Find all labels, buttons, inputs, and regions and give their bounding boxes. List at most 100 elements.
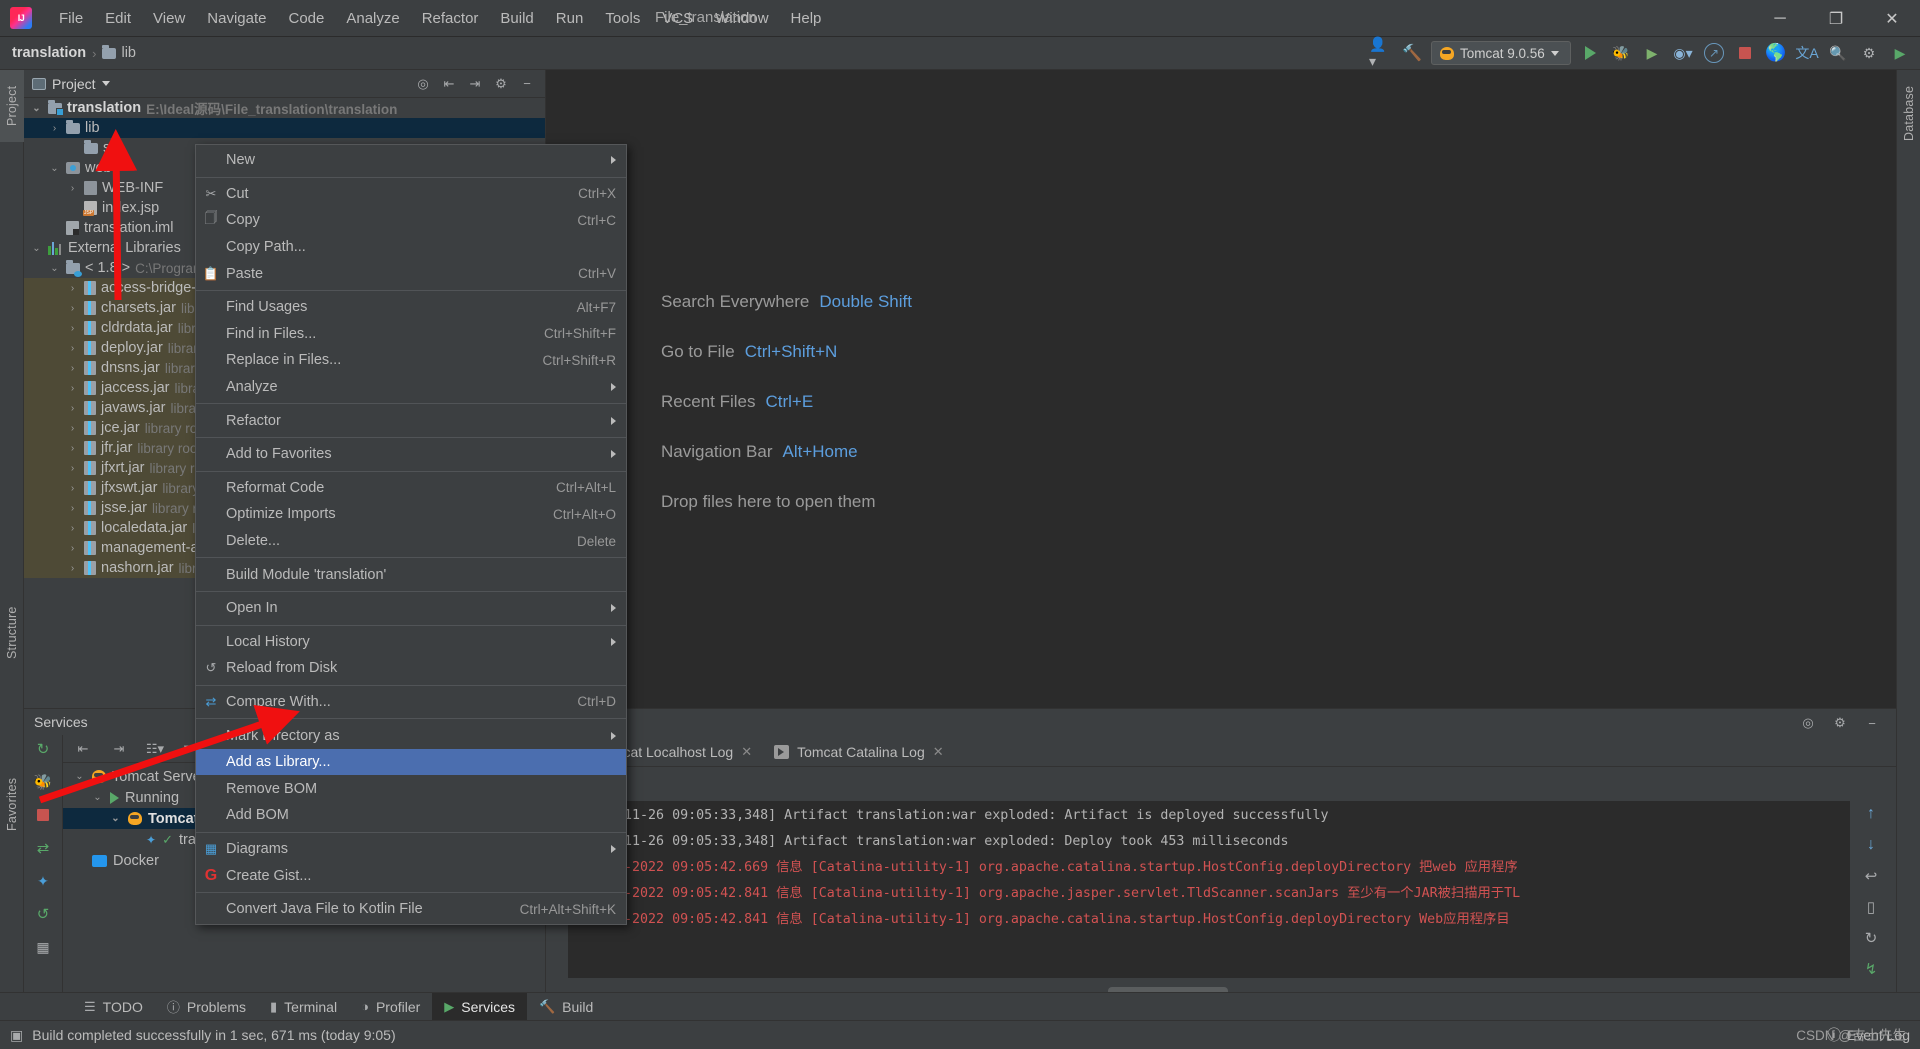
bottom-tab-services[interactable]: ▶Services	[432, 993, 527, 1021]
tool-window-project[interactable]: Project	[0, 70, 24, 142]
collapse-all-icon[interactable]: ⇥	[465, 74, 485, 94]
soft-wrap-icon[interactable]: ↩	[1860, 867, 1882, 885]
deploy-icon[interactable]: ⇄	[32, 838, 54, 858]
play-green-icon[interactable]: ▶	[1888, 41, 1912, 65]
breadcrumb-item-lib[interactable]: lib	[102, 45, 136, 61]
context-menu-item-delete[interactable]: Delete...Delete	[196, 528, 626, 555]
project-tree-row[interactable]: ⌄translationE:\Ideal源码\File_translation\…	[24, 98, 545, 118]
right-tool-window-strip[interactable]: Database	[1896, 70, 1920, 1000]
tree-twisty-icon[interactable]: ›	[66, 483, 79, 494]
run-button[interactable]	[1578, 41, 1602, 65]
bottom-tab-build[interactable]: 🔨Build	[527, 993, 605, 1021]
context-menu-item-convert-java-file-to-kotlin-file[interactable]: Convert Java File to Kotlin FileCtrl+Alt…	[196, 896, 626, 923]
tree-twisty-icon[interactable]: ›	[66, 183, 79, 194]
tree-twisty-icon[interactable]: ›	[66, 443, 79, 454]
context-menu-item-remove-bom[interactable]: Remove BOM	[196, 775, 626, 802]
run-tab-tomcat-catalina-log[interactable]: Tomcat Catalina Log✕	[774, 744, 944, 760]
tree-twisty-icon[interactable]: ›	[66, 383, 79, 394]
console-side-toolbar[interactable]: ↑ ↓ ↩ ▯ ↻ ↯	[1852, 801, 1890, 978]
run-with-coverage-button[interactable]: ▶	[1640, 41, 1664, 65]
maximize-button[interactable]: ❐	[1808, 0, 1864, 37]
tree-twisty-icon[interactable]: ›	[66, 563, 79, 574]
context-menu-item-copy[interactable]: 🗍CopyCtrl+C	[196, 207, 626, 234]
hide-panel-icon[interactable]: −	[517, 74, 537, 94]
context-menu-item-diagrams[interactable]: ▦Diagrams	[196, 836, 626, 863]
tree-twisty-icon[interactable]: ⌄	[73, 771, 86, 782]
window-controls[interactable]: ─ ❐ ✕	[1752, 0, 1920, 37]
left-tool-window-strip[interactable]: Project Structure Favorites	[0, 70, 24, 1000]
locate-target-icon[interactable]: ◎	[1798, 713, 1818, 733]
menu-item-analyze[interactable]: Analyze	[335, 6, 410, 31]
context-menu-item-build-module-translation[interactable]: Build Module 'translation'	[196, 561, 626, 588]
attach-process-icon[interactable]: ↗	[1702, 41, 1726, 65]
bottom-tab-todo[interactable]: ☰TODO	[72, 993, 155, 1021]
chevron-down-icon[interactable]	[102, 81, 110, 86]
breadcrumb[interactable]: translation › lib	[12, 45, 136, 61]
toolbar-actions[interactable]: 👤▾ 🔨 Tomcat 9.0.56 🐝 ▶ ◉▾ ↗ 🌎 文A 🔍 ⚙ ▶	[1369, 41, 1912, 65]
tool-window-structure[interactable]: Structure	[0, 590, 24, 676]
context-menu-item-add-to-favorites[interactable]: Add to Favorites	[196, 441, 626, 468]
menu-item-help[interactable]: Help	[780, 6, 833, 31]
tree-twisty-icon[interactable]: ›	[48, 123, 61, 134]
panel-settings-gear-icon[interactable]: ⚙	[1830, 713, 1850, 733]
collapse-all-icon[interactable]: ⇥	[109, 739, 129, 759]
tree-twisty-icon[interactable]: ⌄	[30, 243, 43, 254]
context-menu-item-reformat-code[interactable]: Reformat CodeCtrl+Alt+L	[196, 475, 626, 502]
translate-icon[interactable]: 文A	[1795, 41, 1819, 65]
panel-settings-gear-icon[interactable]: ⚙	[491, 74, 511, 94]
context-menu[interactable]: New✂CutCtrl+X🗍CopyCtrl+CCopy Path...📋Pas…	[195, 144, 627, 925]
clear-all-icon[interactable]: ▯	[1860, 898, 1882, 916]
context-menu-item-create-gist[interactable]: GCreate Gist...	[196, 862, 626, 889]
context-menu-item-mark-directory-as[interactable]: Mark Directory as	[196, 722, 626, 749]
tree-twisty-icon[interactable]: ›	[66, 363, 79, 374]
tree-twisty-icon[interactable]: ⌄	[30, 103, 43, 114]
tree-twisty-icon[interactable]: ›	[66, 303, 79, 314]
menu-item-tools[interactable]: Tools	[594, 6, 651, 31]
tree-twisty-icon[interactable]: ›	[66, 423, 79, 434]
project-tree-row[interactable]: ›lib	[24, 118, 545, 138]
scroll-up-icon[interactable]: ↑	[1860, 805, 1882, 823]
context-menu-item-analyze[interactable]: Analyze	[196, 374, 626, 401]
run-panel-header[interactable]: ◎ ⚙ −	[546, 709, 1896, 737]
menu-item-refactor[interactable]: Refactor	[411, 6, 490, 31]
settings-gear-icon[interactable]: ⚙	[1857, 41, 1881, 65]
search-icon[interactable]: 🔍	[1826, 41, 1850, 65]
tree-twisty-icon[interactable]: ›	[66, 463, 79, 474]
tree-twisty-icon[interactable]: ›	[66, 403, 79, 414]
browser-icon[interactable]: 🌎	[1764, 41, 1788, 65]
grid-icon[interactable]: ▦	[32, 937, 54, 957]
expand-all-icon[interactable]: ⇤	[439, 74, 459, 94]
context-menu-item-find-in-files[interactable]: Find in Files...Ctrl+Shift+F	[196, 321, 626, 348]
context-menu-item-optimize-imports[interactable]: Optimize ImportsCtrl+Alt+O	[196, 501, 626, 528]
tree-twisty-icon[interactable]: ›	[66, 283, 79, 294]
menu-item-edit[interactable]: Edit	[94, 6, 142, 31]
filter-icon[interactable]: ✦	[32, 871, 54, 891]
menu-item-build[interactable]: Build	[489, 6, 544, 31]
menu-item-navigate[interactable]: Navigate	[196, 6, 277, 31]
close-button[interactable]: ✕	[1864, 0, 1920, 37]
context-menu-item-add-as-library[interactable]: Add as Library...	[196, 749, 626, 776]
context-menu-item-local-history[interactable]: Local History	[196, 629, 626, 656]
debug-icon[interactable]: 🐝	[32, 772, 54, 792]
tree-twisty-icon[interactable]: ›	[66, 543, 79, 554]
scroll-to-end-icon[interactable]: ↯	[1860, 960, 1882, 978]
context-menu-item-compare-with[interactable]: ⇄Compare With...Ctrl+D	[196, 689, 626, 716]
context-menu-item-reload-from-disk[interactable]: ↺Reload from Disk	[196, 655, 626, 682]
menu-item-code[interactable]: Code	[277, 6, 335, 31]
close-icon[interactable]: ✕	[933, 744, 944, 760]
refresh-icon[interactable]: ↺	[32, 904, 54, 924]
hide-panel-icon[interactable]: −	[1862, 713, 1882, 733]
locate-target-icon[interactable]: ◎	[413, 74, 433, 94]
run-panel-tabs[interactable]: Tomcat Localhost Log✕Tomcat Catalina Log…	[546, 737, 1896, 767]
bottom-tab-profiler[interactable]: ◑Profiler	[349, 993, 432, 1021]
bottom-tab-terminal[interactable]: ▮Terminal	[258, 993, 349, 1021]
bottom-tab-problems[interactable]: ⓘProblems	[155, 993, 258, 1021]
tree-twisty-icon[interactable]: ⌄	[109, 813, 122, 824]
menu-item-file[interactable]: File	[48, 6, 94, 31]
tree-twisty-icon[interactable]: ›	[66, 323, 79, 334]
console-output[interactable]: [2022-11-26 09:05:33,348] Artifact trans…	[568, 801, 1850, 978]
context-menu-item-paste[interactable]: 📋PasteCtrl+V	[196, 260, 626, 287]
menu-item-run[interactable]: Run	[545, 6, 595, 31]
stop-button[interactable]	[1733, 41, 1757, 65]
context-menu-item-new[interactable]: New	[196, 147, 626, 174]
